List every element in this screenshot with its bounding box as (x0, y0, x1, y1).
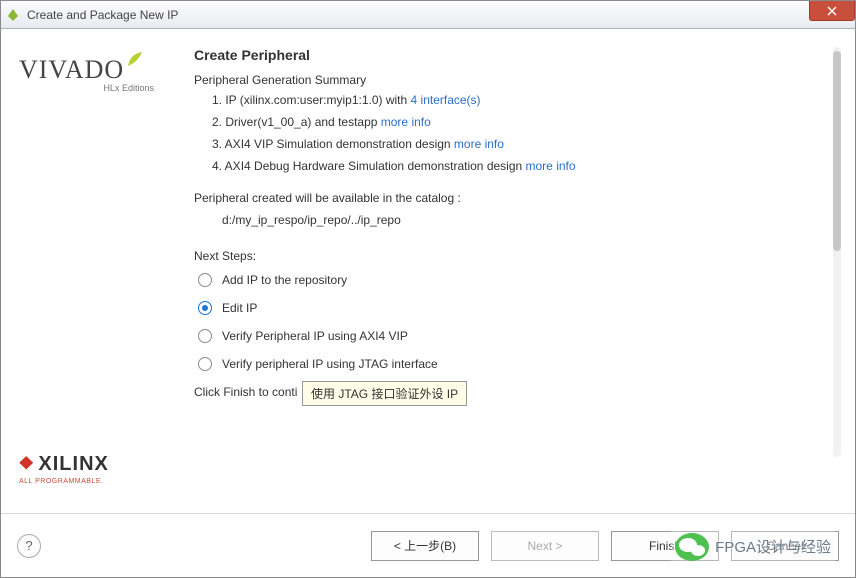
finish-text-row: Click Finish to conti 使用 JTAG 接口验证外设 IP (194, 385, 827, 399)
catalog-path: d:/my_ip_respo/ip_repo/../ip_repo (222, 213, 827, 227)
xilinx-brand: ⯁XILINX (19, 453, 194, 476)
scrollbar[interactable] (833, 47, 841, 457)
summary-row: 2. Driver(v1_00_a) and testapp more info (212, 115, 827, 129)
window-title: Create and Package New IP (27, 8, 178, 22)
next-steps-label: Next Steps: (194, 249, 827, 263)
next-steps-group: Add IP to the repository Edit IP Verify … (194, 273, 827, 371)
content-area: VIVADO HLx Editions ⯁XILINX ALL PROGRAMM… (1, 29, 855, 513)
cancel-button[interactable]: Cancel (731, 531, 839, 561)
close-icon (827, 6, 837, 16)
radio-icon (198, 273, 212, 287)
radio-verify-axi4[interactable]: Verify Peripheral IP using AXI4 VIP (198, 329, 827, 343)
vivado-logo: VIVADO HLx Editions (19, 55, 194, 93)
next-button: Next > (491, 531, 599, 561)
more-info-link[interactable]: more info (526, 159, 576, 173)
summary-row: 4. AXI4 Debug Hardware Simulation demons… (212, 159, 827, 173)
summary-row: 3. AXI4 VIP Simulation demonstration des… (212, 137, 827, 151)
radio-icon (198, 357, 212, 371)
back-button[interactable]: < 上一步(B) (371, 531, 479, 561)
button-row: < 上一步(B) Next > Finish Cancel FPGA设计与经验 (371, 531, 839, 561)
main-content: Create Peripheral Peripheral Generation … (194, 47, 841, 505)
app-icon (5, 7, 21, 23)
scrollbar-thumb[interactable] (833, 51, 841, 251)
more-info-link[interactable]: more info (454, 137, 504, 151)
vivado-subtitle: HLx Editions (19, 83, 154, 93)
summary-list: 1. IP (xilinx.com:user:myip1:1.0) with 4… (212, 93, 827, 173)
dialog-window: Create and Package New IP VIVADO HLx Edi… (0, 0, 856, 578)
leaf-icon (126, 45, 144, 63)
interfaces-link[interactable]: 4 interface(s) (411, 93, 481, 107)
more-info-link[interactable]: more info (381, 115, 431, 129)
xilinx-tagline: ALL PROGRAMMABLE. (19, 478, 194, 485)
summary-row: 1. IP (xilinx.com:user:myip1:1.0) with 4… (212, 93, 827, 107)
xilinx-x-icon: ⯁ (19, 454, 34, 474)
summary-label: Peripheral Generation Summary (194, 73, 827, 87)
catalog-label: Peripheral created will be available in … (194, 191, 827, 205)
radio-icon (198, 301, 212, 315)
page-title: Create Peripheral (194, 47, 827, 63)
tooltip: 使用 JTAG 接口验证外设 IP (302, 381, 467, 406)
radio-edit-ip[interactable]: Edit IP (198, 301, 827, 315)
vivado-text: VIVADO (19, 55, 124, 84)
radio-icon (198, 329, 212, 343)
dialog-body: VIVADO HLx Editions ⯁XILINX ALL PROGRAMM… (1, 29, 855, 577)
left-column: VIVADO HLx Editions ⯁XILINX ALL PROGRAMM… (19, 47, 194, 505)
titlebar: Create and Package New IP (1, 1, 855, 29)
finish-text: Click Finish to conti (194, 385, 297, 399)
finish-button[interactable]: Finish (611, 531, 719, 561)
close-button[interactable] (809, 1, 855, 21)
xilinx-logo: ⯁XILINX ALL PROGRAMMABLE. (19, 453, 194, 485)
radio-verify-jtag[interactable]: Verify peripheral IP using JTAG interfac… (198, 357, 827, 371)
radio-add-ip[interactable]: Add IP to the repository (198, 273, 827, 287)
help-button[interactable]: ? (17, 534, 41, 558)
catalog-section: Peripheral created will be available in … (194, 191, 827, 227)
footer: ? < 上一步(B) Next > Finish Cancel FPGA设计与经… (1, 513, 855, 577)
